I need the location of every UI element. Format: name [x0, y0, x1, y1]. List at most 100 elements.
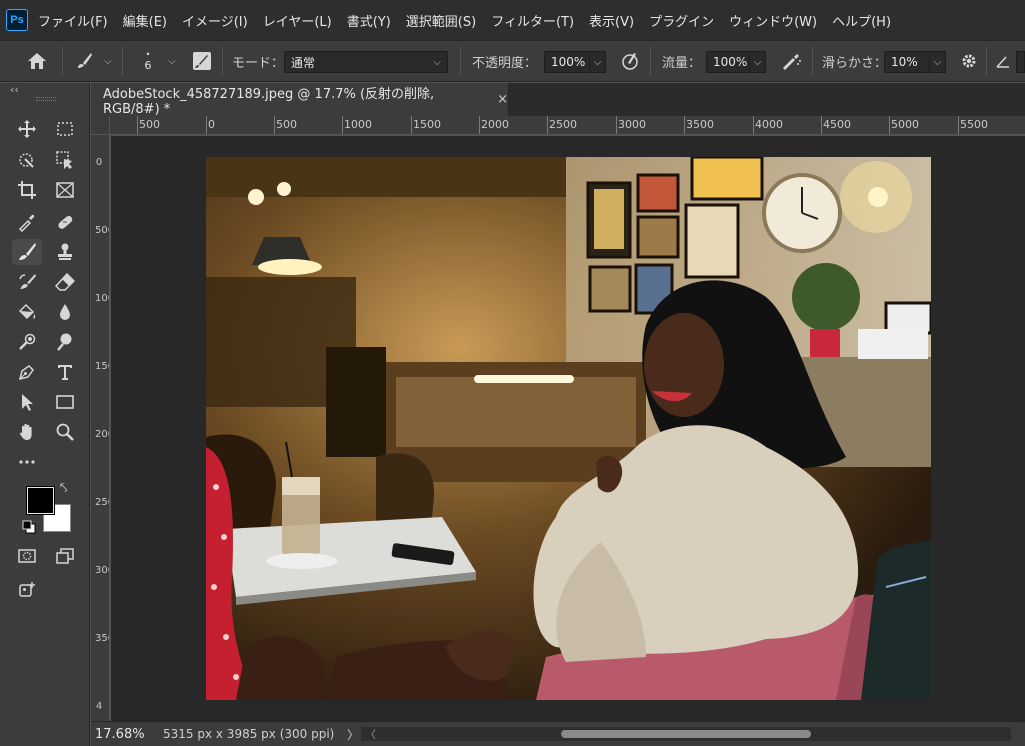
- flow-dropdown-icon[interactable]: ⌵: [750, 51, 766, 73]
- brush-angle-icon[interactable]: [994, 41, 1012, 81]
- panel-grip[interactable]: [36, 97, 56, 101]
- zoom-level-field[interactable]: 17.68%: [95, 727, 151, 742]
- horizontal-ruler[interactable]: 500 0 500 1000 1500 2000 2500 3000 3500 …: [110, 116, 1025, 135]
- document-info: 5315 px x 3985 px (300 ppi): [163, 727, 335, 741]
- sponge-tool-icon[interactable]: [50, 329, 80, 355]
- ruler-tick: [753, 116, 754, 134]
- airbrush-icon[interactable]: [778, 41, 804, 81]
- move-tool-icon[interactable]: [12, 116, 42, 142]
- ruler-label: 1500: [95, 361, 109, 372]
- status-menu-arrow-icon[interactable]: 〉: [347, 726, 361, 743]
- zoom-tool-icon[interactable]: [50, 419, 80, 445]
- quick-mask-icon[interactable]: [12, 543, 42, 569]
- paint-bucket-tool-icon[interactable]: [12, 299, 42, 325]
- history-brush-tool-icon[interactable]: [12, 269, 42, 295]
- scroll-left-icon[interactable]: 〈: [365, 726, 376, 742]
- vertical-ruler[interactable]: 0 500 1000 1500 2000 2500 3000 3500 4: [91, 135, 110, 721]
- scrollbar-thumb[interactable]: [561, 730, 811, 738]
- flow-input[interactable]: 100%: [706, 51, 750, 73]
- brush-picker-dropdown-icon[interactable]: ⌵: [168, 41, 176, 81]
- horizontal-scrollbar[interactable]: 〈: [361, 727, 1011, 741]
- ruler-tick: [274, 116, 275, 134]
- ruler-tick: [206, 116, 207, 134]
- brush-settings-panel-icon[interactable]: [190, 41, 214, 81]
- ruler-label: 2500: [95, 497, 109, 508]
- smoothing-input[interactable]: 10%: [884, 51, 930, 73]
- menu-plugins[interactable]: プラグイン: [649, 11, 714, 30]
- ruler-label: 1000: [95, 293, 109, 304]
- blend-mode-value: 通常: [291, 55, 316, 70]
- ruler-origin[interactable]: [91, 116, 110, 135]
- close-icon[interactable]: ×: [497, 92, 508, 107]
- dodge-tool-icon[interactable]: [12, 329, 42, 355]
- document-tab-bar: AdobeStock_458727189.jpeg @ 17.7% (反射の削除…: [91, 83, 1025, 117]
- ruler-label: 2500: [549, 118, 577, 131]
- menu-edit[interactable]: 編集(E): [123, 11, 167, 30]
- menu-file[interactable]: ファイル(F): [38, 11, 108, 30]
- ruler-label: 4000: [755, 118, 783, 131]
- document-canvas[interactable]: [206, 157, 931, 700]
- menu-help[interactable]: ヘルプ(H): [832, 11, 891, 30]
- chevron-down-icon: ⌵: [433, 56, 441, 68]
- menu-window[interactable]: ウィンドウ(W): [729, 11, 817, 30]
- ruler-tick: [547, 116, 548, 134]
- crop-tool-icon[interactable]: [12, 177, 42, 203]
- hand-tool-icon[interactable]: [12, 419, 42, 445]
- opacity-dropdown-icon[interactable]: ⌵: [590, 51, 606, 73]
- brush-size-value: 6: [144, 59, 152, 72]
- swap-colors-icon[interactable]: ⤣: [60, 481, 67, 496]
- tool-preset-brush-icon[interactable]: [72, 41, 96, 81]
- ruler-tick: [889, 116, 890, 134]
- angle-input[interactable]: [1016, 51, 1025, 73]
- separator: [812, 47, 813, 75]
- blend-mode-select[interactable]: 通常 ⌵: [284, 51, 448, 73]
- ruler-label: 3500: [686, 118, 714, 131]
- cafe-photo: [206, 157, 931, 700]
- quick-select-tool-icon[interactable]: [50, 147, 80, 173]
- tool-preset-dropdown-icon[interactable]: ⌵: [104, 41, 112, 81]
- document-tab[interactable]: AdobeStock_458727189.jpeg @ 17.7% (反射の削除…: [91, 83, 509, 117]
- ruler-label: 3000: [95, 565, 109, 576]
- pressure-opacity-icon[interactable]: [618, 41, 642, 81]
- canvas-workspace[interactable]: [111, 136, 1025, 721]
- ruler-tick: [821, 116, 822, 134]
- document-tab-title: AdobeStock_458727189.jpeg @ 17.7% (反射の削除…: [103, 86, 435, 117]
- gear-icon[interactable]: [958, 41, 980, 81]
- ruler-label: 4: [95, 701, 103, 712]
- menu-filter[interactable]: フィルター(T): [491, 11, 574, 30]
- eraser-tool-icon[interactable]: [50, 269, 80, 295]
- brush-size-picker[interactable]: • 6: [138, 41, 158, 81]
- blur-tool-icon[interactable]: [50, 299, 80, 325]
- generative-fill-icon[interactable]: [12, 577, 42, 603]
- type-tool-icon[interactable]: [50, 359, 80, 385]
- collapse-panel-icon[interactable]: ‹‹: [10, 83, 19, 96]
- menu-type[interactable]: 書式(Y): [347, 11, 391, 30]
- pen-tool-icon[interactable]: [12, 359, 42, 385]
- frame-tool-icon[interactable]: [50, 177, 80, 203]
- more-tools-icon[interactable]: [12, 449, 42, 475]
- menu-bar: Ps ファイル(F) 編集(E) イメージ(I) レイヤー(L) 書式(Y) 選…: [0, 0, 1025, 40]
- default-colors-icon[interactable]: [22, 520, 36, 534]
- status-bar: 17.68% 5315 px x 3985 px (300 ppi) 〉 〈: [91, 721, 1025, 746]
- marquee-tool-icon[interactable]: [50, 116, 80, 142]
- menu-layer[interactable]: レイヤー(L): [263, 11, 332, 30]
- foreground-color-swatch[interactable]: [26, 486, 55, 515]
- brush-tool-icon[interactable]: [12, 239, 42, 265]
- path-selection-tool-icon[interactable]: [12, 389, 42, 415]
- stamp-tool-icon[interactable]: [50, 239, 80, 265]
- menu-view[interactable]: 表示(V): [589, 11, 634, 30]
- smoothing-dropdown-icon[interactable]: ⌵: [930, 51, 946, 73]
- home-icon[interactable]: [24, 41, 50, 81]
- eyedropper-tool-icon[interactable]: [12, 209, 42, 235]
- healing-brush-tool-icon[interactable]: [50, 209, 80, 235]
- ruler-label: 1500: [413, 118, 441, 131]
- menu-image[interactable]: イメージ(I): [182, 11, 248, 30]
- rectangle-tool-icon[interactable]: [50, 389, 80, 415]
- ruler-label: 500: [95, 225, 109, 236]
- options-bar: ⌵ • 6 ⌵ モード： 通常 ⌵ 不透明度： 100% ⌵ 流量： 100% …: [0, 40, 1025, 82]
- menu-select[interactable]: 選択範囲(S): [406, 11, 476, 30]
- opacity-input[interactable]: 100%: [544, 51, 590, 73]
- object-selection-tool-icon[interactable]: [12, 147, 42, 173]
- screen-mode-icon[interactable]: [50, 543, 80, 569]
- ruler-tick: [616, 116, 617, 134]
